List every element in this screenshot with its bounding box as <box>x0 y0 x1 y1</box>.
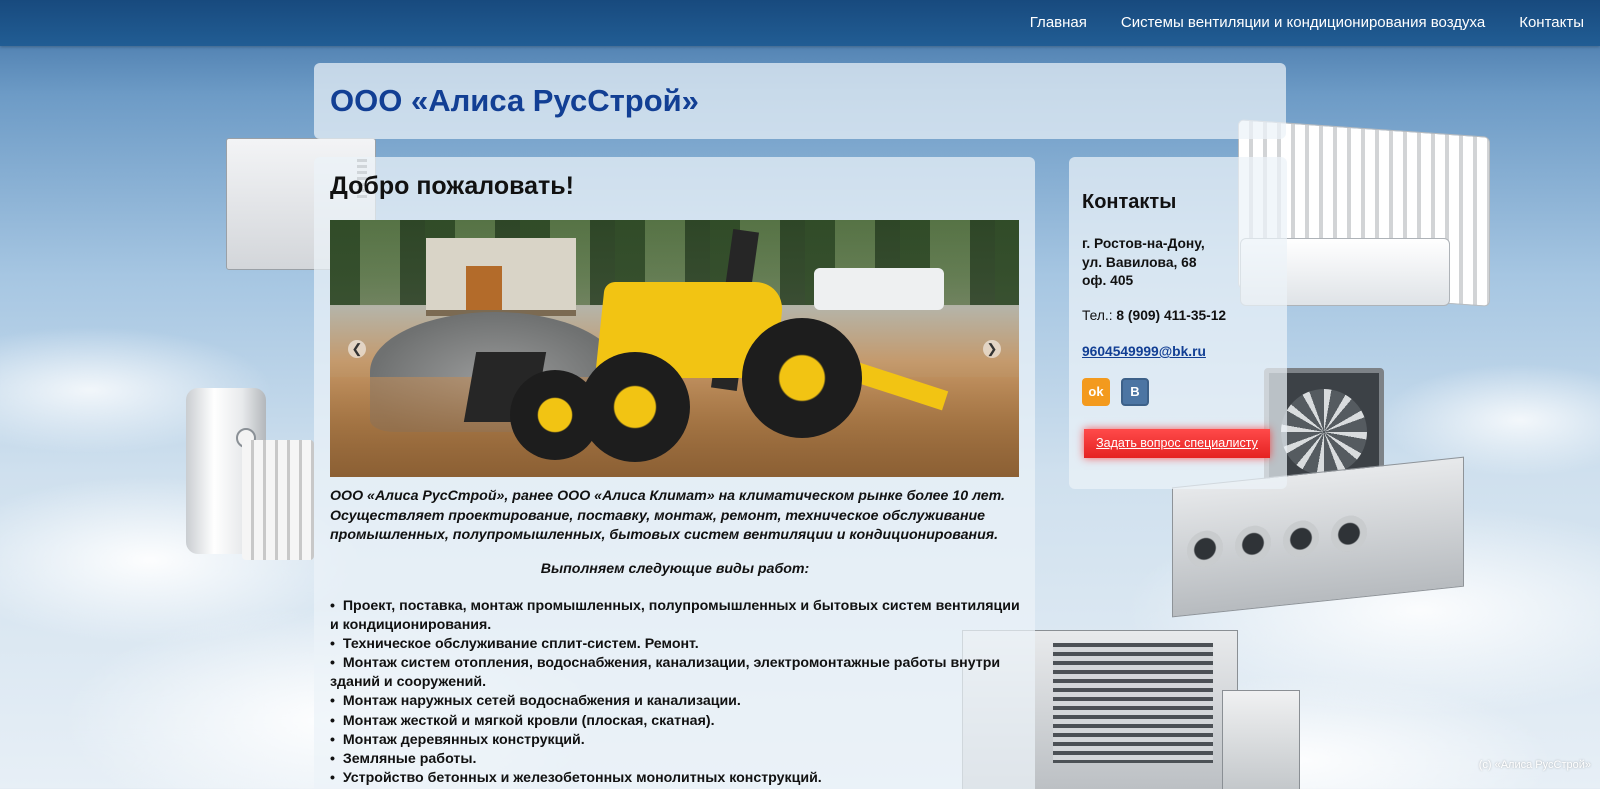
list-item: Монтаж систем отопления, водоснабжения, … <box>330 654 1020 692</box>
nav-item-ventilation[interactable]: Системы вентиляции и кондиционирования в… <box>1121 14 1485 32</box>
odnoklassniki-icon[interactable]: ok <box>1082 378 1110 406</box>
nav-link-contacts[interactable]: Контакты <box>1519 14 1584 31</box>
phone-label: Тел.: <box>1082 308 1117 323</box>
nav-item-home[interactable]: Главная <box>1030 14 1087 32</box>
nav-menu: Главная Системы вентиляции и кондиционир… <box>0 0 1600 46</box>
chevron-right-icon[interactable]: ❯ <box>983 340 1001 358</box>
copyright: (c) «Алиса РусСтрой» <box>1478 759 1591 771</box>
works-title: Выполняем следующие виды работ: <box>540 561 810 577</box>
outdoor-unit-image <box>1222 690 1300 789</box>
site-title[interactable]: ООО «Алиса РусСтрой» <box>330 83 699 119</box>
works-list: Проект, поставка, монтаж промышленных, п… <box>330 597 1020 788</box>
nav-item-contacts[interactable]: Контакты <box>1519 14 1584 32</box>
main-content-panel: Добро пожаловать! ❮ ❯ ООО «Алиса РусСтро… <box>314 157 1035 789</box>
chevron-left-icon[interactable]: ❮ <box>348 340 366 358</box>
list-item: Техническое обслуживание сплит-систем. Р… <box>330 635 1020 654</box>
social-links: ok B <box>1082 378 1160 406</box>
address: г. Ростов-на-Дону, ул. Вавилова, 68 оф. … <box>1082 235 1205 291</box>
address-office: оф. 405 <box>1082 273 1134 288</box>
intro-text: ООО «Алиса РусСтрой», ранее ООО «Алиса К… <box>330 488 1006 543</box>
contacts-panel: Контакты г. Ростов-на-Дону, ул. Вавилова… <box>1069 157 1287 489</box>
nav-link-ventilation[interactable]: Системы вентиляции и кондиционирования в… <box>1121 14 1485 31</box>
top-nav: Главная Системы вентиляции и кондиционир… <box>0 0 1600 46</box>
image-slider[interactable]: ❮ ❯ <box>330 220 1019 477</box>
ask-specialist-button[interactable]: Задать вопрос специалисту <box>1084 429 1270 458</box>
list-item: Земляные работы. <box>330 750 1020 769</box>
vk-icon[interactable]: B <box>1121 378 1149 406</box>
list-item: Устройство бетонных и железобетонных мон… <box>330 769 1020 788</box>
list-item: Монтаж наружных сетей водоснабжения и ка… <box>330 692 1020 711</box>
contacts-title: Контакты <box>1082 191 1177 213</box>
page-title: Добро пожаловать! <box>330 172 574 200</box>
address-street: ул. Вавилова, 68 <box>1082 254 1197 270</box>
email-link[interactable]: 9604549999@bk.ru <box>1082 344 1206 359</box>
list-item: Монтаж деревянных конструкций. <box>330 731 1020 750</box>
list-item: Проект, поставка, монтаж промышленных, п… <box>330 597 1020 635</box>
nav-link-home[interactable]: Главная <box>1030 14 1087 31</box>
phone-number: 8 (909) 411-35-12 <box>1116 308 1227 323</box>
header-panel: ООО «Алиса РусСтрой» <box>314 63 1286 139</box>
address-city: г. Ростов-на-Дону, <box>1082 236 1205 251</box>
phone: Тел.: 8 (909) 411-35-12 <box>1082 308 1226 323</box>
radiator-image-left <box>242 440 314 560</box>
list-item: Монтаж жесткой и мягкой кровли (плоская,… <box>330 712 1020 731</box>
